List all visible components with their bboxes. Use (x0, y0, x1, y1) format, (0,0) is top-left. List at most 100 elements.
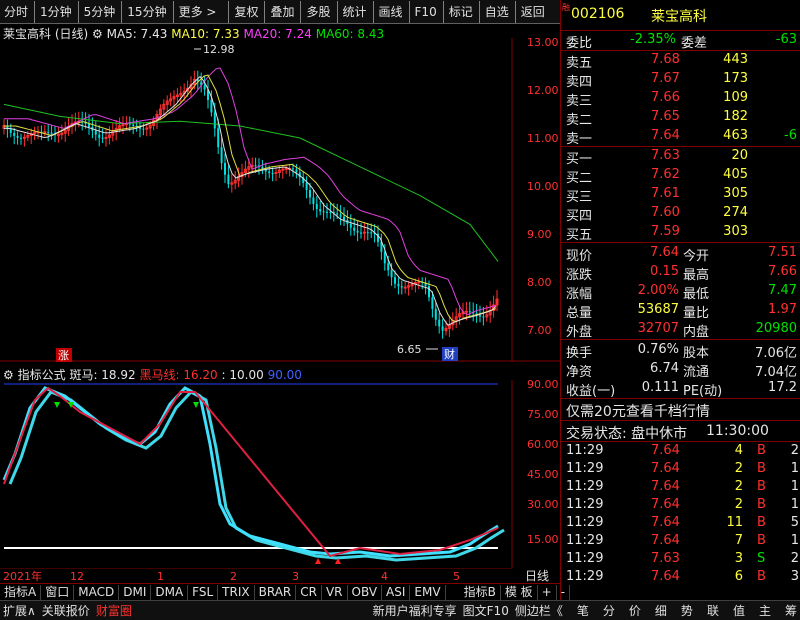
period-toolbar: 分时 1分钟 5分钟 15分钟 更多 > 复权 叠加 多股 统计 画线 F10 … (0, 0, 560, 24)
quote-panel: 融 002106 莱宝高科 委比 -2.35% 委差 -63 卖五 7.68 443… (560, 0, 800, 600)
tab-emv[interactable]: EMV (410, 584, 446, 600)
tab-cr[interactable]: CR (296, 584, 322, 600)
watchlist-button[interactable]: 自选 (478, 0, 513, 23)
high-price-annotation: 12.98 (203, 43, 235, 56)
stat-row: 涨幅 2.00% 最低 7.47 (566, 283, 797, 302)
overlay-button[interactable]: 叠加 (264, 0, 298, 23)
trade-status: 交易状态: 盘中休市 11:30:00 (566, 423, 769, 442)
promo-banner[interactable]: 仅需20元查看千档行情 (561, 400, 800, 421)
y-tick: 45.00 (527, 468, 559, 481)
bid-row[interactable]: 买一 7.63 20 (561, 147, 800, 167)
tab-brar[interactable]: BRAR (255, 584, 297, 600)
candle-body (400, 286, 403, 288)
candle-body (366, 232, 369, 234)
tick-row: 11:29 7.64 2 B 1 (566, 497, 799, 512)
candle-body (315, 203, 318, 210)
sidebar-toggle[interactable]: 侧边栏《 (512, 602, 566, 619)
bid-row[interactable]: 买二 7.62 405 (561, 166, 800, 186)
candle-body (305, 183, 308, 190)
stat-row: 换手 0.76% 股本 7.06亿 (566, 342, 797, 361)
candle-body (343, 216, 345, 220)
tab-fen[interactable]: 分 (600, 602, 618, 619)
candle-body (227, 174, 230, 185)
adjust-button[interactable]: 复权 (228, 0, 262, 23)
tab-trix[interactable]: TRIX (218, 584, 255, 600)
tab-indicator-b[interactable]: 指标B (460, 584, 501, 600)
candle-body (464, 310, 468, 313)
tab-vr[interactable]: VR (322, 584, 348, 600)
promo-link[interactable]: 新用户福利专享 (370, 602, 460, 619)
f10-button[interactable]: F10 (408, 0, 441, 23)
candle-body (417, 281, 421, 284)
stats-button[interactable]: 统计 (336, 0, 371, 23)
bid-row[interactable]: 买四 7.60 274 (561, 204, 800, 224)
tab-bi[interactable]: 笔 (574, 602, 592, 619)
weicha-value: -63 (775, 32, 797, 47)
y-tick: 75.00 (527, 408, 559, 421)
y-axis-main: 13.00 12.00 11.00 10.00 9.00 8.00 7.00 (527, 38, 559, 337)
candle-body (98, 134, 101, 138)
bid-row[interactable]: 买三 7.61 305 (561, 185, 800, 205)
candle-body (336, 213, 339, 215)
period-label: 日线 (525, 569, 549, 583)
tab-lian[interactable]: 联 (704, 602, 722, 619)
ask-row[interactable]: 卖二 7.65 182 (561, 108, 800, 128)
tab-jia[interactable]: 价 (626, 602, 644, 619)
candle-body (309, 189, 311, 198)
tab-shi[interactable]: 势 (678, 602, 696, 619)
f10-link[interactable]: 图文F10 (460, 602, 512, 619)
candle-body (322, 211, 325, 213)
candle-body (360, 232, 362, 234)
tab-chou[interactable]: 筹 (782, 602, 800, 619)
tab-macd[interactable]: MACD (74, 584, 120, 600)
tab-zhi[interactable]: 值 (730, 602, 748, 619)
related-quote-button[interactable]: 关联报价 (39, 602, 93, 619)
tab-1min[interactable]: 1分钟 (34, 0, 76, 23)
expand-button[interactable]: 扩展∧ (0, 602, 39, 619)
tab-15min[interactable]: 15分钟 (121, 0, 170, 23)
candle-body (203, 85, 206, 90)
multi-stock-button[interactable]: 多股 (300, 0, 334, 23)
candle-body (387, 263, 390, 271)
candlestick-chart[interactable]: 13.00 12.00 11.00 10.00 9.00 8.00 7.00 1… (0, 38, 560, 362)
tab-5min[interactable]: 5分钟 (77, 0, 120, 23)
candle-body (434, 309, 437, 320)
candle-body (390, 270, 393, 278)
tab-zhu[interactable]: 主 (756, 602, 774, 619)
ask-row[interactable]: 卖一 7.64 463 -6 (561, 127, 800, 147)
ask-row[interactable]: 卖四 7.67 173 (561, 70, 800, 90)
tab-more[interactable]: 更多 > (172, 0, 221, 23)
add-button[interactable]: + (538, 584, 557, 600)
tab-window[interactable]: 窗口 (41, 584, 75, 600)
candle-body (326, 211, 328, 213)
candle-body (349, 223, 352, 228)
candle-body (397, 283, 400, 287)
indicator-chart[interactable]: 90.00 75.00 60.00 45.00 30.00 15.00 (0, 380, 560, 568)
tab-xi[interactable]: 细 (652, 602, 670, 619)
stock-code: 002106 (571, 6, 625, 22)
draw-button[interactable]: 画线 (372, 0, 407, 23)
webi-row: 委比 -2.35% 委差 -63 (566, 32, 797, 51)
x-label: 2 (230, 570, 237, 583)
candle-body (362, 231, 366, 234)
ask-row[interactable]: 卖三 7.66 109 (561, 89, 800, 109)
tab-template[interactable]: 模 板 (501, 584, 538, 600)
mark-button[interactable]: 标记 (442, 0, 477, 23)
stat-row: 收益(一) 0.111 PE(动) 17.2 (566, 380, 797, 399)
tab-dma[interactable]: DMA (151, 584, 189, 600)
x-label: 3 (292, 570, 299, 583)
tab-timeshare[interactable]: 分时 (0, 1, 32, 23)
y-tick: 10.00 (527, 180, 559, 193)
wealth-circle-button[interactable]: 财富圈 (93, 602, 135, 619)
tab-fsl[interactable]: FSL (188, 584, 219, 600)
candle-body (403, 286, 407, 289)
tick-row: 11:29 7.64 4 B 2 (566, 443, 799, 458)
bid-row[interactable]: 买五 7.59 303 (561, 223, 800, 243)
back-button[interactable]: 返回 (514, 0, 549, 23)
tab-obv[interactable]: OBV (348, 584, 383, 600)
tab-dmi[interactable]: DMI (119, 584, 152, 600)
candle-body (254, 165, 257, 167)
tab-indicator-a[interactable]: 指标A (0, 584, 42, 600)
tab-asi[interactable]: ASI (382, 584, 411, 600)
ask-row[interactable]: 卖五 7.68 443 (561, 51, 800, 71)
